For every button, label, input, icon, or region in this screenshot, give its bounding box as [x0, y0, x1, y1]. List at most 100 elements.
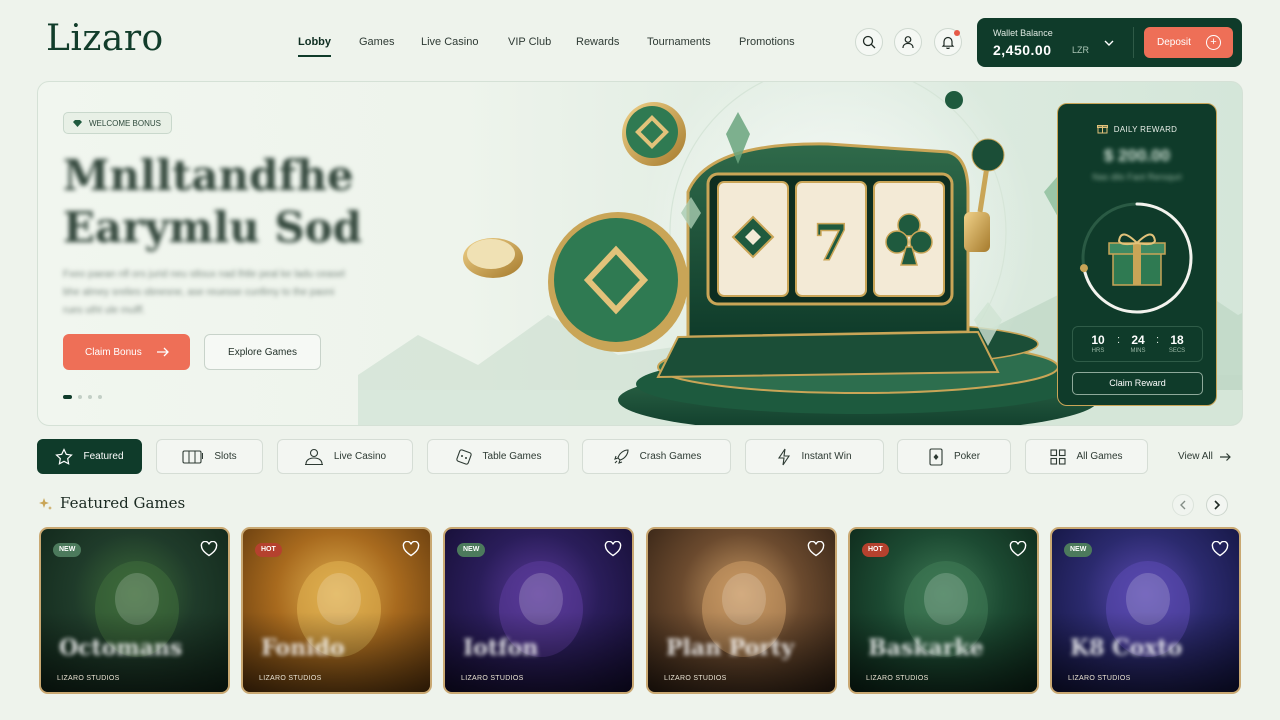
game-title: Iotfon [463, 635, 539, 661]
game-title: Plan Porty [666, 635, 794, 661]
card-icon [929, 447, 943, 466]
nav-vip-club[interactable]: VIP Club [508, 36, 551, 48]
heart-icon[interactable] [1211, 541, 1229, 557]
game-card[interactable]: HOT Fonido LIZARO STUDIOS [241, 527, 432, 694]
daily-reward-note: Nas dilo Faot Rersquri [1092, 172, 1182, 182]
claim-bonus-button[interactable]: Claim Bonus [63, 334, 190, 370]
search-button[interactable] [855, 28, 883, 56]
game-card[interactable]: NEW Iotfon LIZARO STUDIOS [443, 527, 634, 694]
svg-text:7: 7 [814, 213, 849, 272]
claim-bonus-label: Claim Bonus [85, 346, 142, 358]
welcome-badge: WELCOME BONUS [63, 112, 173, 134]
wallet-panel: Wallet Balance 2,450.00 LZR Deposit + [977, 18, 1242, 67]
category-crash-games[interactable]: Crash Games [582, 439, 731, 474]
arrow-right-icon [157, 347, 169, 357]
heart-icon[interactable] [402, 541, 420, 557]
category-table-games[interactable]: Table Games [427, 439, 569, 474]
reward-countdown: 10 HRS : 24 MINS : 18 SECS [1072, 326, 1203, 362]
category-slots[interactable]: Slots [156, 439, 263, 474]
heart-icon[interactable] [1009, 541, 1027, 557]
plus-icon: + [1206, 35, 1221, 50]
daily-reward-title: DAILY REWARD [1113, 125, 1178, 134]
nav-games[interactable]: Games [359, 36, 394, 48]
heart-icon[interactable] [604, 541, 622, 557]
nav-promotions[interactable]: Promotions [739, 36, 795, 48]
deposit-button[interactable]: Deposit + [1144, 27, 1233, 58]
category-all-games[interactable]: All Games [1025, 439, 1148, 474]
dealer-icon [304, 448, 323, 465]
notifications-button[interactable] [934, 28, 962, 56]
search-icon [862, 35, 876, 49]
wallet-divider [1133, 27, 1134, 58]
account-button[interactable] [894, 28, 922, 56]
category-live-casino[interactable]: Live Casino [277, 439, 413, 474]
arrow-right-icon [1219, 452, 1231, 461]
deposit-label: Deposit [1157, 37, 1191, 48]
heart-icon[interactable] [807, 541, 825, 557]
hero-banner: WELCOME BONUS Mnlltandfhe Earymlu Sod Fx… [37, 81, 1243, 426]
nav-rewards[interactable]: Rewards [576, 36, 619, 48]
star-icon [55, 447, 74, 465]
category-featured-label: Featured [83, 451, 124, 462]
game-tag: HOT [255, 543, 282, 557]
heart-icon[interactable] [200, 541, 218, 557]
category-featured[interactable]: Featured [37, 439, 142, 474]
game-tag: NEW [53, 543, 82, 557]
category-live-casino-label: Live Casino [333, 451, 387, 462]
lightning-icon [778, 448, 791, 465]
user-icon [902, 36, 914, 49]
game-title: K8 Coxto [1070, 635, 1183, 661]
daily-reward-header: DAILY REWARD [1058, 123, 1216, 134]
chevron-down-icon[interactable] [1103, 38, 1115, 48]
game-title: Fonido [261, 635, 345, 661]
wallet-currency: LZR [1072, 45, 1090, 55]
game-card[interactable]: HOT Baskarke LIZARO STUDIOS [848, 527, 1039, 694]
carousel-prev-button[interactable] [1172, 494, 1194, 516]
brand-logo[interactable]: Lizaro [46, 18, 164, 59]
timer-minutes: 24 MINS [1130, 333, 1146, 354]
game-studio: LIZARO STUDIOS [259, 675, 322, 682]
rocket-icon [613, 448, 629, 464]
gift-box-icon [1108, 233, 1166, 286]
daily-reward-amount: $ 200.00 [1103, 146, 1171, 165]
carousel-dot[interactable] [88, 395, 92, 399]
wallet-label: Wallet Balance [993, 28, 1053, 38]
game-tag: NEW [1064, 543, 1093, 557]
category-instant-win[interactable]: Instant Win [745, 439, 884, 474]
category-poker[interactable]: Poker [897, 439, 1011, 474]
category-instant-win-label: Instant Win [801, 451, 852, 462]
carousel-dot[interactable] [98, 395, 102, 399]
category-all-games-label: All Games [1076, 451, 1123, 462]
dice-icon [455, 448, 472, 465]
game-card[interactable]: NEW Octomans LIZARO STUDIOS [39, 527, 230, 694]
game-title: Baskarke [868, 635, 984, 661]
hero-title: Mnlltandfhe Earymlu Sod [63, 151, 363, 252]
reward-progress-ring [1079, 202, 1193, 314]
timer-hours: 10 HRS [1091, 333, 1105, 354]
hero-subtitle: Fxeo paean nfl ors jurid neu stloux nad … [63, 269, 345, 316]
category-poker-label: Poker [953, 451, 981, 462]
carousel-dot[interactable] [63, 395, 72, 399]
game-card[interactable]: Plan Porty LIZARO STUDIOS [646, 527, 837, 694]
carousel-dot[interactable] [78, 395, 82, 399]
welcome-badge-label: WELCOME BONUS [89, 118, 162, 128]
game-tag: NEW [457, 543, 486, 557]
notification-dot [954, 30, 960, 36]
game-card[interactable]: NEW K8 Coxto LIZARO STUDIOS [1050, 527, 1241, 694]
carousel-dots [63, 395, 102, 399]
nav-lobby[interactable]: Lobby [298, 36, 331, 57]
game-studio: LIZARO STUDIOS [1068, 675, 1131, 682]
game-studio: LIZARO STUDIOS [57, 675, 120, 682]
nav-tournaments[interactable]: Tournaments [647, 36, 711, 48]
nav-live-casino[interactable]: Live Casino [421, 36, 478, 48]
explore-games-button[interactable]: Explore Games [204, 334, 321, 370]
carousel-next-button[interactable] [1206, 494, 1228, 516]
game-studio: LIZARO STUDIOS [461, 675, 524, 682]
chevron-left-icon [1180, 500, 1186, 510]
view-all-link[interactable]: View All [1178, 451, 1232, 462]
view-all-label: View All [1178, 451, 1213, 462]
slot-machine-icon [182, 449, 204, 464]
timer-seconds: 18 SECS [1168, 333, 1186, 354]
claim-reward-button[interactable]: Claim Reward [1072, 372, 1203, 395]
diamond-icon [73, 119, 82, 127]
